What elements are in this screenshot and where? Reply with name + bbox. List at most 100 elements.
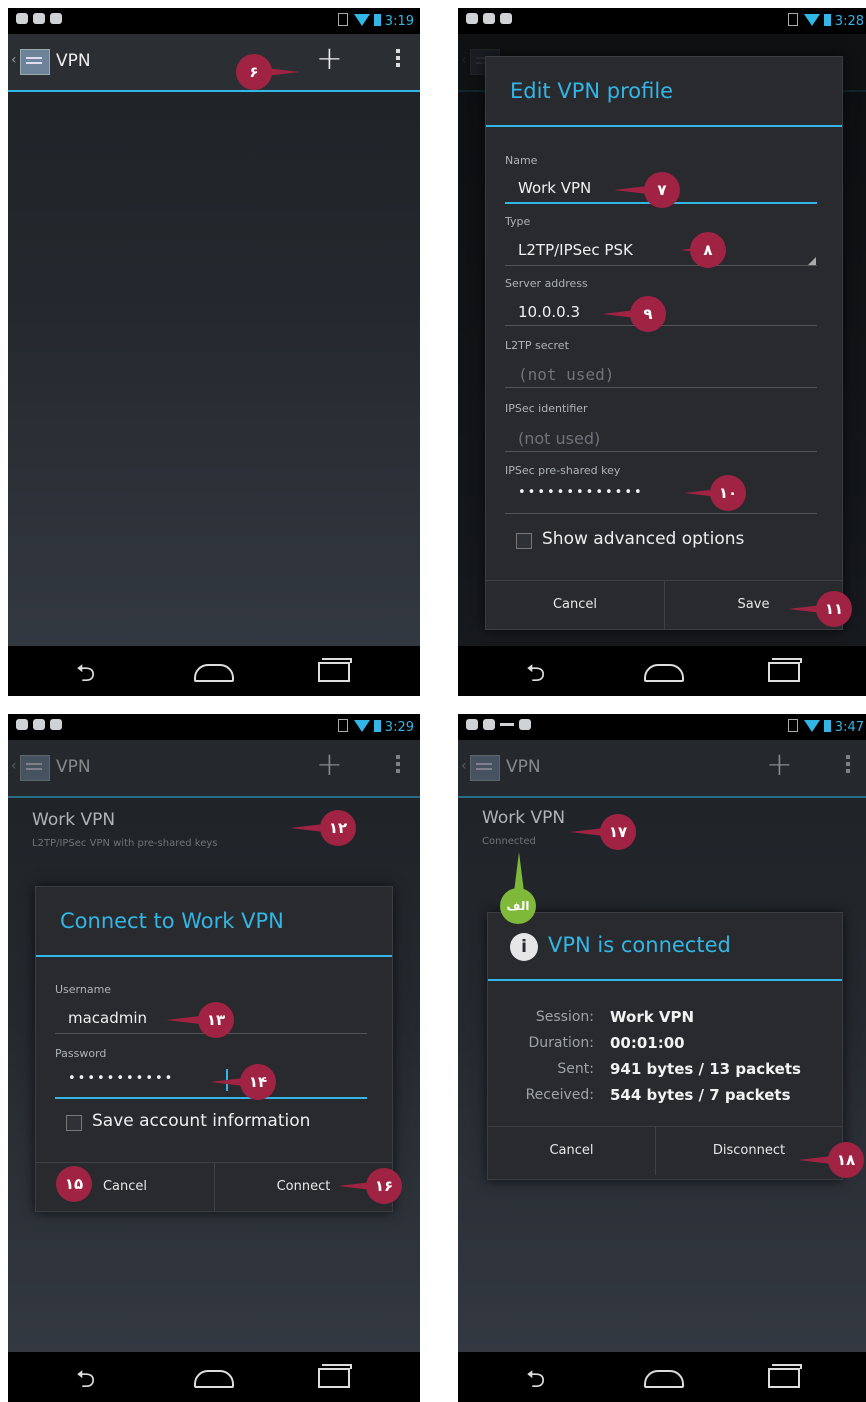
wifi-icon [353, 720, 370, 732]
type-field-underline [505, 265, 817, 266]
battery-icon [373, 14, 381, 26]
page-title: VPN [56, 51, 91, 71]
recent-apps-icon[interactable] [318, 1364, 352, 1388]
add-vpn-button[interactable]: + [766, 748, 793, 780]
disconnect-button[interactable]: Disconnect [656, 1127, 842, 1175]
vpn-settings-icon[interactable] [20, 49, 50, 75]
type-select[interactable]: L2TP/IPSec PSK [518, 241, 633, 259]
step-marker: ۱۷ [600, 814, 636, 850]
notification-icon [483, 719, 495, 730]
info-icon: i [510, 933, 538, 961]
step-marker: ۸ [690, 232, 726, 268]
show-advanced-checkbox[interactable] [516, 533, 532, 549]
server-address-field[interactable]: 10.0.0.3 [518, 303, 580, 321]
wifi-icon [803, 720, 820, 732]
received-label: Received: [525, 1087, 594, 1103]
session-label: Session: [535, 1009, 594, 1025]
back-icon[interactable]: ⮌ [76, 656, 95, 696]
back-icon[interactable]: ⮌ [526, 1362, 545, 1402]
add-vpn-button[interactable]: + [316, 748, 343, 780]
callout-pointer [614, 186, 648, 194]
ipsec-identifier-underline [505, 451, 817, 452]
status-bar: 3:19 [8, 8, 420, 34]
home-icon[interactable] [194, 664, 234, 682]
step-marker: الف [500, 888, 536, 924]
step-marker: ۱۵ [56, 1166, 92, 1202]
password-underline [55, 1097, 367, 1099]
battery-icon [373, 720, 381, 732]
status-time: 3:47 [834, 720, 864, 735]
save-account-checkbox[interactable] [66, 1115, 82, 1131]
callout-pointer [514, 852, 524, 892]
action-bar: ‹ VPN + [8, 34, 420, 92]
phone-icon [337, 719, 348, 732]
cancel-button[interactable]: Cancel [486, 581, 664, 629]
step-marker: ۱۰ [710, 475, 746, 511]
password-label: Password [55, 1047, 107, 1060]
back-caret-icon[interactable]: ‹ [461, 758, 467, 774]
cancel-button[interactable]: Cancel [488, 1127, 655, 1175]
back-caret-icon[interactable]: ‹ [11, 758, 17, 774]
home-icon[interactable] [644, 664, 684, 682]
back-caret-icon[interactable]: ‹ [11, 52, 17, 68]
received-value: 544 bytes / 7 packets [610, 1086, 791, 1104]
dropdown-arrow-icon[interactable] [808, 257, 816, 265]
phone-icon [787, 13, 798, 26]
vpn-settings-icon[interactable] [20, 755, 50, 781]
vpn-connected-screen: 3:47 ‹ VPN + Work VPN Connected ۱۷ الف i… [458, 714, 866, 1402]
server-address-label: Server address [505, 277, 588, 290]
navigation-bar: ⮌ [8, 646, 420, 696]
name-field[interactable]: Work VPN [518, 179, 591, 197]
step-marker: ۱۸ [828, 1142, 864, 1178]
dialog-divider [486, 125, 842, 127]
status-time: 3:19 [384, 14, 414, 29]
back-icon[interactable]: ⮌ [526, 656, 545, 696]
home-icon[interactable] [194, 1370, 234, 1388]
battery-icon [823, 720, 831, 732]
edit-vpn-profile-dialog: Edit VPN profile Name Work VPN Type L2TP… [485, 56, 843, 630]
ipsec-psk-field[interactable]: ••••••••••••• [518, 485, 644, 500]
notification-icon [16, 719, 28, 730]
ipsec-identifier-field[interactable]: (not used) [518, 429, 600, 448]
step-marker: ۱۶ [366, 1168, 402, 1204]
l2tp-secret-field[interactable]: (not used) [518, 365, 614, 384]
dialog-title: Edit VPN profile [510, 79, 674, 103]
edit-vpn-profile-screen: 3:28 ‹ Edit VPN profile Name Work VPN Ty… [458, 8, 866, 696]
recent-apps-icon[interactable] [768, 1364, 802, 1388]
callout-pointer [166, 1016, 200, 1024]
overflow-menu-icon[interactable] [396, 49, 400, 53]
vpn-key-icon [500, 723, 514, 726]
overflow-menu-icon[interactable] [846, 755, 850, 759]
show-advanced-label: Show advanced options [542, 529, 745, 549]
vpn-list-item-title[interactable]: Work VPN [482, 808, 565, 828]
vpn-list-item-subtitle: L2TP/IPSec VPN with pre-shared keys [32, 838, 218, 849]
vpn-list-item-status: Connected [482, 836, 536, 847]
username-field[interactable]: macadmin [68, 1009, 147, 1027]
home-icon[interactable] [644, 1370, 684, 1388]
vpn-list-item-title[interactable]: Work VPN [32, 810, 115, 830]
notification-icon [50, 719, 62, 730]
save-account-label: Save account information [92, 1111, 311, 1131]
notification-icon [500, 13, 512, 24]
battery-icon [823, 14, 831, 26]
notification-icon [466, 13, 478, 24]
vpn-connected-dialog: i VPN is connected Session: Work VPN Dur… [487, 912, 843, 1180]
session-value: Work VPN [610, 1008, 695, 1026]
ipsec-identifier-label: IPSec identifier [505, 402, 588, 415]
notification-icon [16, 13, 28, 24]
callout-pointer [210, 1078, 244, 1086]
vpn-settings-icon[interactable] [470, 755, 500, 781]
notification-icon [33, 13, 45, 24]
overflow-menu-icon[interactable] [396, 755, 400, 759]
step-marker: ۷ [644, 172, 680, 208]
password-field[interactable]: ••••••••••• [68, 1071, 174, 1086]
action-bar: ‹ VPN + [458, 740, 866, 798]
recent-apps-icon[interactable] [318, 658, 352, 682]
notification-icon [50, 13, 62, 24]
step-marker: ۶ [236, 54, 272, 90]
ipsec-psk-underline [505, 513, 817, 514]
add-vpn-button[interactable]: + [316, 42, 343, 74]
back-icon[interactable]: ⮌ [76, 1362, 95, 1402]
recent-apps-icon[interactable] [768, 658, 802, 682]
status-bar: 3:47 [458, 714, 866, 740]
